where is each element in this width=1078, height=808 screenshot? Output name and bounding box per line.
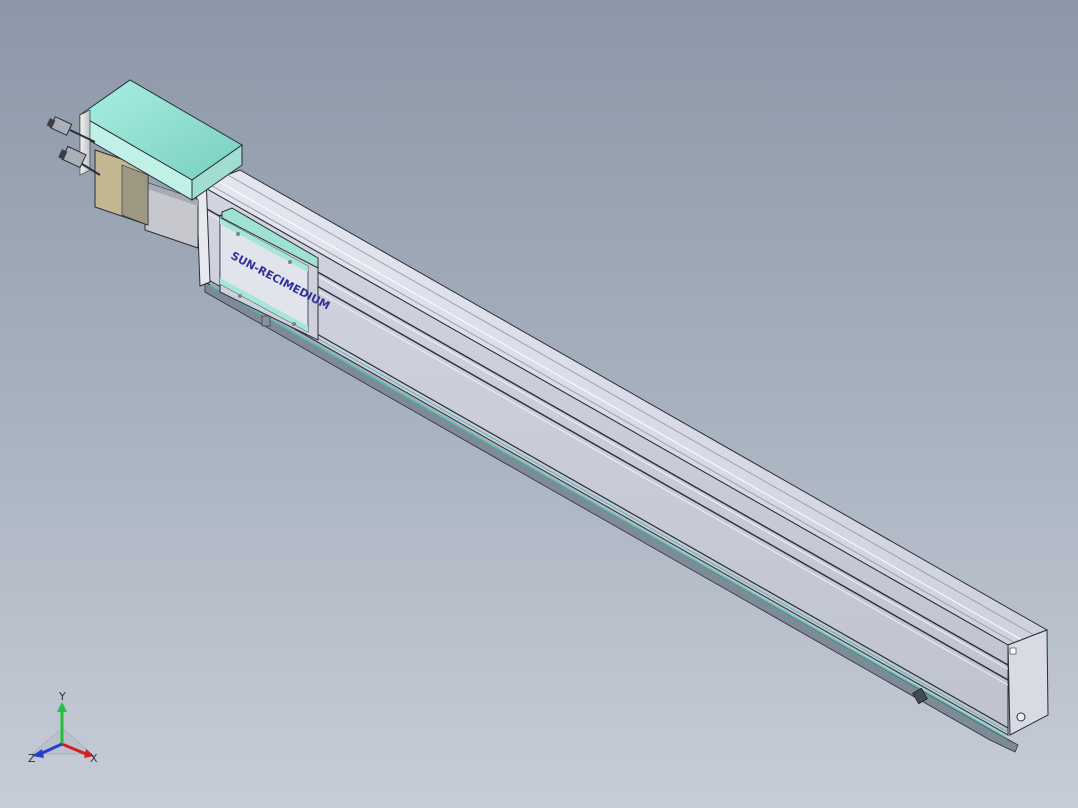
end-cap-hole [1016, 712, 1026, 722]
end-cap-right [1007, 629, 1049, 736]
linear-actuator-model[interactable]: SUN-RECIMEDIUM [0, 0, 1078, 808]
profile-top-face [198, 169, 1049, 646]
motor-connector-lower [58, 145, 101, 176]
carriage-bolt [261, 315, 271, 327]
y-axis-label: Y [58, 690, 66, 703]
x-axis-label: X [90, 752, 98, 765]
lower-rail-teal-line [209, 284, 1006, 738]
lower-rail [204, 281, 1019, 753]
profile-side-face [199, 184, 1009, 736]
z-axis-label: Z [28, 752, 36, 765]
coordinate-triad: X Y Z [28, 690, 98, 765]
cad-viewport[interactable]: SUN-RECIMEDIUM X Y Z [0, 0, 1078, 808]
